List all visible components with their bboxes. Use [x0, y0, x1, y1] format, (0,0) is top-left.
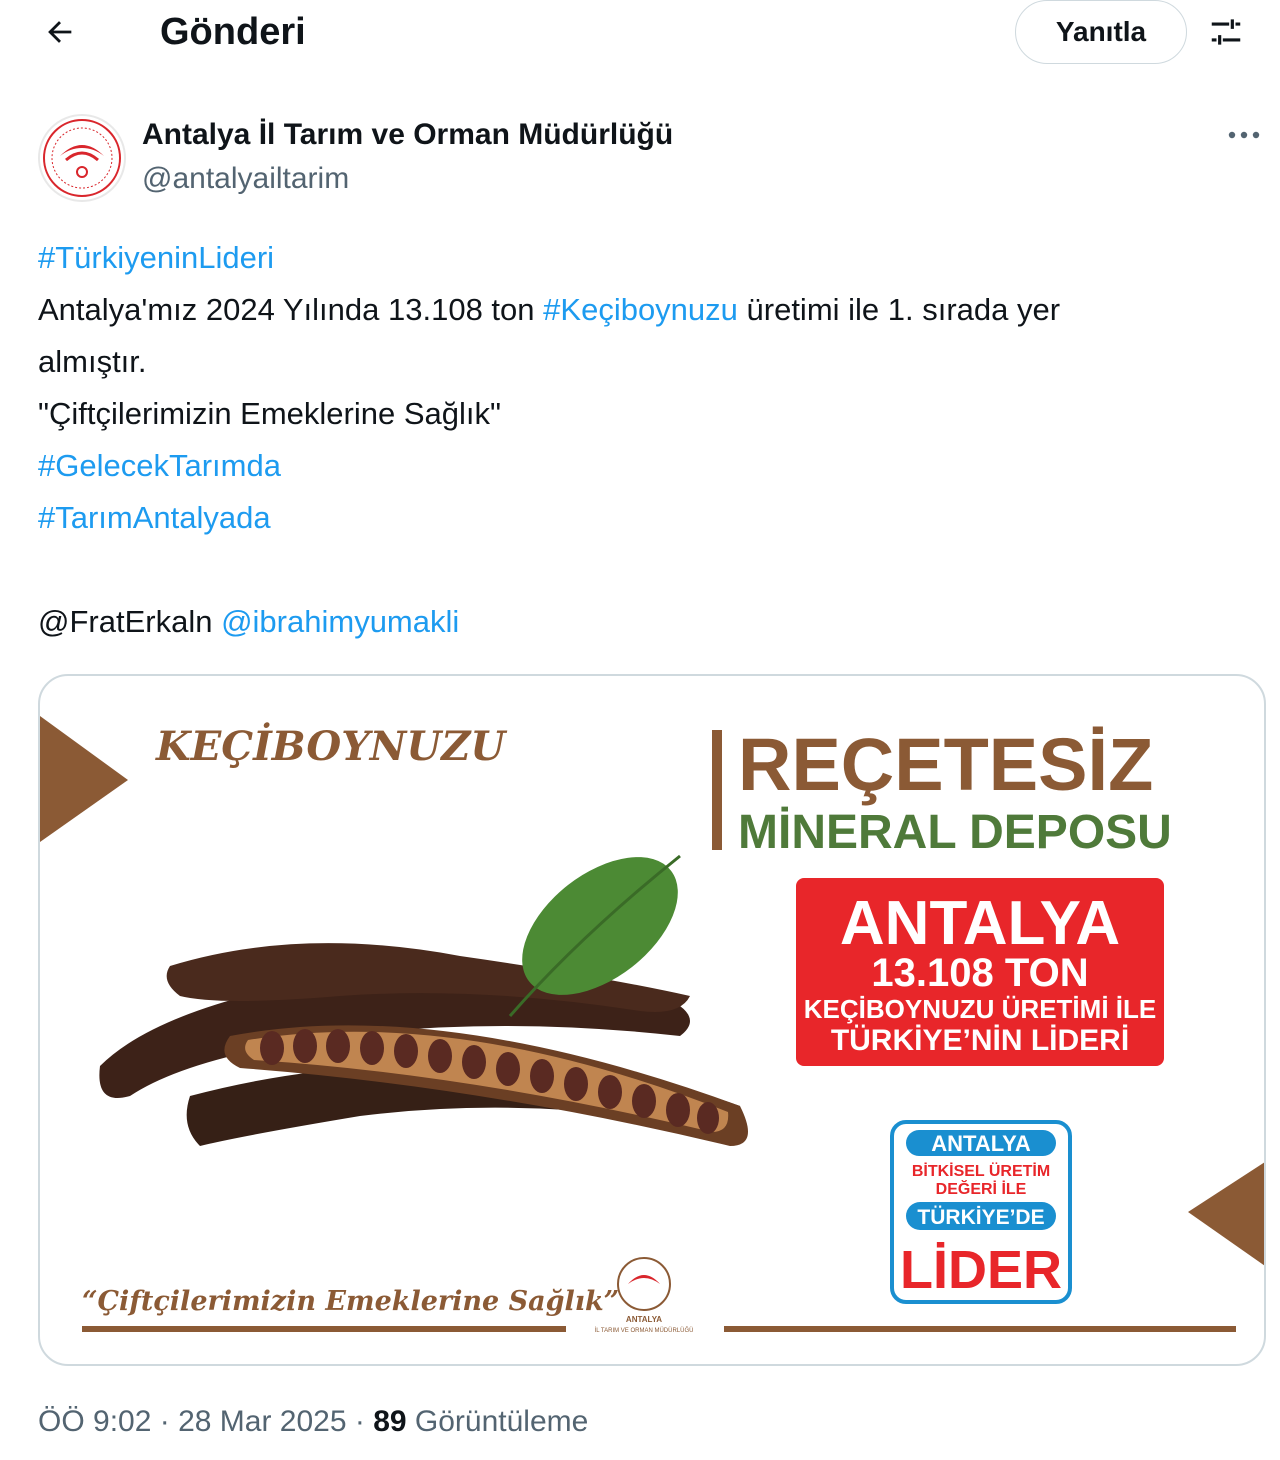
hashtag-link[interactable]: #TarımAntalyada	[38, 500, 271, 535]
separator: ·	[346, 1405, 374, 1438]
mention-link[interactable]: @ibrahimyumakli	[221, 604, 459, 639]
reply-button[interactable]: Yanıtla	[1015, 0, 1187, 64]
triangle-decoration	[40, 716, 128, 842]
sliders-icon	[1211, 19, 1241, 45]
hashtag-link[interactable]: #GelecekTarımda	[38, 448, 281, 483]
box-line-1: KEÇİBOYNUZU ÜRETİMİ İLE	[804, 994, 1156, 1024]
bottom-line	[82, 1326, 566, 1332]
poster-slogan: “Çiftçilerimizin Emeklerine Sağlık”	[82, 1286, 619, 1317]
badge-bottom: LİDER	[900, 1240, 1062, 1300]
badge-country: TÜRKİYE’DE	[917, 1206, 1044, 1229]
poster-headline: REÇETESİZ	[738, 723, 1153, 806]
tweet-text-segment: almıştır.	[38, 344, 147, 379]
top-bar: Gönderi Yanıtla	[0, 0, 1280, 64]
ministry-logo-icon	[43, 119, 121, 197]
badge-mid-2: DEĞERİ İLE	[936, 1179, 1027, 1198]
logo-line-1: ANTALYA	[626, 1315, 662, 1324]
badge-mid-1: BİTKİSEL ÜRETİM	[912, 1161, 1050, 1180]
author-name[interactable]: Antalya İl Tarım ve Orman Müdürlüğü	[142, 116, 673, 154]
box-city: ANTALYA	[840, 889, 1120, 958]
tweet-text-segment: "Çiftçilerimizin Emeklerine Sağlık"	[38, 396, 502, 431]
badge-top: ANTALYA	[931, 1131, 1031, 1156]
tweet-text-segment: üretimi ile 1. sırada yer	[737, 292, 1061, 327]
mention-text: @FratErkaln	[38, 604, 213, 639]
carob-pods-illustration	[99, 854, 748, 1146]
tweet-author: Antalya İl Tarım ve Orman Müdürlüğü @ant…	[38, 114, 1268, 204]
more-button[interactable]	[1224, 120, 1264, 150]
carob-poster: KEÇİBOYNUZU REÇETESİZ MİNERAL DEPOSU ANT…	[40, 716, 1264, 1334]
box-amount: 13.108 TON	[871, 951, 1088, 995]
more-horizontal-icon	[1228, 131, 1260, 139]
poster-subheadline: MİNERAL DEPOSU	[738, 806, 1172, 859]
bottom-line	[724, 1326, 1236, 1332]
author-handle[interactable]: @antalyailtarim	[142, 160, 349, 198]
tweet-image[interactable]: KEÇİBOYNUZU REÇETESİZ MİNERAL DEPOSU ANT…	[38, 674, 1266, 1366]
avatar[interactable]	[38, 114, 126, 202]
filter-button[interactable]	[1200, 8, 1252, 56]
tweet-text-segment: Antalya'mız 2024 Yılında 13.108 ton	[38, 292, 544, 327]
back-button[interactable]	[36, 8, 84, 56]
views-count: 89	[373, 1405, 407, 1438]
logo-line-2: İL TARIM VE ORMAN MÜDÜRLÜĞÜ	[595, 1327, 694, 1334]
tweet-time[interactable]: ÖÖ 9:02	[38, 1405, 151, 1438]
headline-bar	[712, 730, 722, 850]
box-line-2: TÜRKİYE’NİN LİDERİ	[831, 1024, 1129, 1057]
triangle-decoration	[1188, 1162, 1264, 1266]
tweet-text: #TürkiyeninLideri Antalya'mız 2024 Yılın…	[38, 232, 1273, 648]
tweet-meta: ÖÖ 9:02 · 28 Mar 2025 · 89 Görüntüleme	[38, 1398, 588, 1446]
hashtag-link[interactable]: #Keçiboynuzu	[543, 292, 738, 327]
hashtag-link[interactable]: #TürkiyeninLideri	[38, 240, 274, 275]
arrow-left-icon	[48, 21, 72, 43]
poster-title: KEÇİBOYNUZU	[155, 723, 507, 770]
separator: ·	[151, 1405, 179, 1438]
views-label: Görüntüleme	[406, 1405, 589, 1438]
tweet-date[interactable]: 28 Mar 2025	[178, 1405, 346, 1438]
page-title: Gönderi	[160, 11, 306, 53]
